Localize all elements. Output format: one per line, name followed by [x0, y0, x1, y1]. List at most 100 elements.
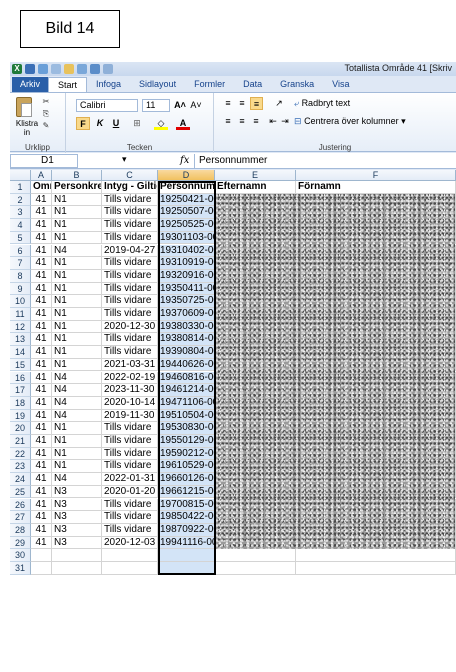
select-all-corner[interactable]: [10, 170, 31, 181]
table-cell[interactable]: Tills vidare: [102, 435, 158, 448]
table-cell[interactable]: 41: [31, 193, 52, 207]
grow-font-icon[interactable]: A˄: [174, 99, 186, 112]
table-cell[interactable]: Tills vidare: [102, 447, 158, 461]
row-header[interactable]: 28: [10, 523, 31, 537]
table-cell[interactable]: [296, 562, 456, 575]
tab-infoga[interactable]: Infoga: [87, 77, 130, 92]
table-cell[interactable]: 19350411-0000: [158, 282, 215, 296]
column-header-a[interactable]: A: [31, 170, 52, 181]
table-cell[interactable]: 19301103-0000: [158, 231, 215, 245]
name-box-dropdown-icon[interactable]: ▾: [122, 154, 127, 165]
row-header[interactable]: 29: [10, 536, 31, 550]
table-cell[interactable]: 41: [31, 371, 52, 385]
table-cell[interactable]: 41: [31, 396, 52, 410]
table-cell[interactable]: 41: [31, 295, 52, 308]
paste-button[interactable]: Klistra in: [12, 119, 42, 137]
table-cell[interactable]: N3: [52, 523, 102, 537]
table-cell[interactable]: 2021-03-31: [102, 358, 158, 372]
table-cell[interactable]: 41: [31, 435, 52, 448]
table-cell[interactable]: 19530830-0000: [158, 422, 215, 435]
table-cell[interactable]: 41: [31, 523, 52, 537]
table-cell[interactable]: 41: [31, 257, 52, 270]
table-cell[interactable]: 41: [31, 358, 52, 372]
table-cell[interactable]: 2019-11-30: [102, 409, 158, 423]
table-cell[interactable]: 2020-10-14: [102, 396, 158, 410]
cut-icon[interactable]: ✂: [40, 97, 52, 106]
table-cell[interactable]: Tills vidare: [102, 269, 158, 283]
table-cell[interactable]: [31, 562, 52, 575]
table-cell[interactable]: 41: [31, 269, 52, 283]
row-header[interactable]: 4: [10, 219, 31, 232]
preview-icon[interactable]: [90, 64, 100, 74]
column-title-cell[interactable]: Område: [31, 181, 52, 194]
column-title-cell[interactable]: Personkrets: [52, 181, 102, 194]
align-bottom-icon[interactable]: ≡: [250, 97, 263, 110]
table-cell[interactable]: N1: [52, 231, 102, 245]
font-size-select[interactable]: 11: [142, 99, 170, 112]
spellcheck-icon[interactable]: [103, 64, 113, 74]
table-cell[interactable]: [215, 549, 296, 562]
table-cell[interactable]: 41: [31, 308, 52, 321]
table-cell[interactable]: 41: [31, 206, 52, 220]
table-cell[interactable]: 41: [31, 460, 52, 474]
table-cell[interactable]: [158, 549, 215, 562]
italic-button[interactable]: K: [94, 117, 106, 130]
print-icon[interactable]: [77, 64, 87, 74]
table-cell[interactable]: Tills vidare: [102, 498, 158, 512]
align-middle-icon[interactable]: ≡: [236, 97, 248, 110]
tab-formler[interactable]: Formler: [185, 77, 234, 92]
wrap-text-button[interactable]: ⤶ Radbryt text: [294, 97, 364, 110]
table-cell[interactable]: 41: [31, 536, 52, 550]
table-cell[interactable]: Tills vidare: [102, 219, 158, 232]
row-header[interactable]: 5: [10, 231, 31, 245]
table-cell[interactable]: N1: [52, 219, 102, 232]
table-cell[interactable]: 41: [31, 384, 52, 397]
align-center-icon[interactable]: ≡: [236, 115, 248, 128]
table-cell[interactable]: 41: [31, 447, 52, 461]
table-cell[interactable]: 19610529-0000: [158, 460, 215, 474]
table-cell[interactable]: 19700815-0000: [158, 498, 215, 512]
table-cell[interactable]: [102, 549, 158, 562]
table-cell[interactable]: 41: [31, 485, 52, 499]
column-header-d[interactable]: D: [158, 170, 215, 181]
paste-icon[interactable]: [16, 97, 32, 117]
table-cell[interactable]: N3: [52, 511, 102, 524]
table-cell[interactable]: 19590212-0000: [158, 447, 215, 461]
table-cell[interactable]: 2022-02-19: [102, 371, 158, 385]
row-header[interactable]: 22: [10, 447, 31, 461]
merge-center-button[interactable]: ⊟ Centrera över kolumner ▾: [294, 115, 450, 128]
table-cell[interactable]: N1: [52, 346, 102, 359]
row-header[interactable]: 24: [10, 473, 31, 486]
row-header[interactable]: 20: [10, 422, 31, 435]
table-cell[interactable]: 41: [31, 320, 52, 334]
align-left-icon[interactable]: ≡: [222, 115, 234, 128]
row-header[interactable]: 1: [10, 181, 31, 194]
table-cell[interactable]: 2023-11-30: [102, 384, 158, 397]
table-cell[interactable]: 19370609-0000: [158, 308, 215, 321]
tab-sidlayout[interactable]: Sidlayout: [130, 77, 185, 92]
insert-function-icon[interactable]: fx: [180, 155, 189, 166]
borders-icon[interactable]: ⊞: [130, 117, 144, 130]
table-cell[interactable]: N1: [52, 358, 102, 372]
table-cell[interactable]: [102, 562, 158, 575]
row-header[interactable]: 26: [10, 498, 31, 512]
table-cell[interactable]: N1: [52, 257, 102, 270]
table-cell[interactable]: N1: [52, 333, 102, 347]
table-cell[interactable]: N1: [52, 460, 102, 474]
table-cell[interactable]: N1: [52, 193, 102, 207]
column-header-e[interactable]: E: [215, 170, 296, 181]
fill-color-icon[interactable]: ◇: [154, 117, 168, 130]
table-cell[interactable]: 41: [31, 409, 52, 423]
table-cell[interactable]: 19320916-0000: [158, 269, 215, 283]
tab-arkiv[interactable]: Arkiv: [12, 77, 48, 92]
row-header[interactable]: 25: [10, 485, 31, 499]
font-color-icon[interactable]: A: [176, 117, 190, 130]
row-header[interactable]: 3: [10, 206, 31, 220]
table-cell[interactable]: 19660126-0000: [158, 473, 215, 486]
table-cell[interactable]: [296, 549, 456, 562]
font-family-select[interactable]: Calibri: [76, 99, 138, 112]
open-icon[interactable]: [64, 64, 74, 74]
table-cell[interactable]: 19471106-0000: [158, 396, 215, 410]
table-cell[interactable]: N4: [52, 371, 102, 385]
table-cell[interactable]: Tills vidare: [102, 333, 158, 347]
